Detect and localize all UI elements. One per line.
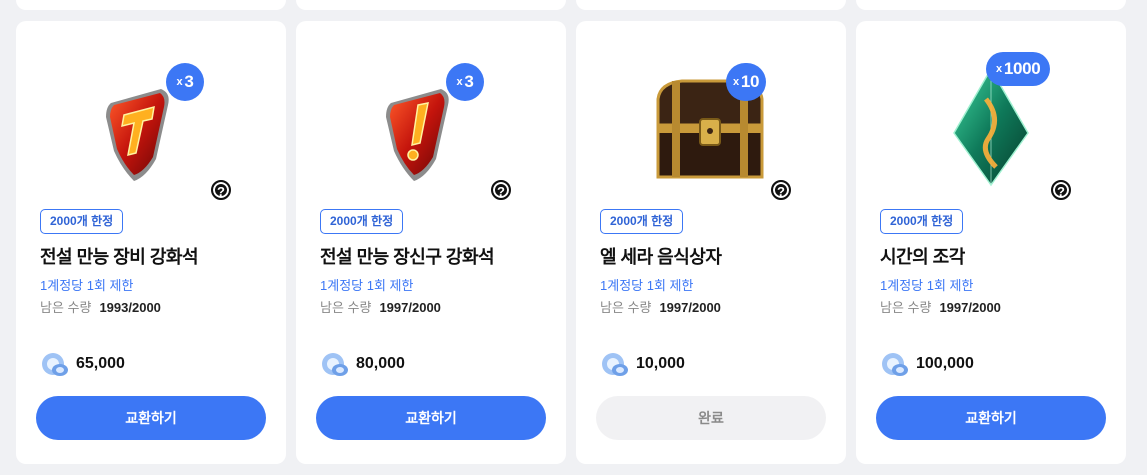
quantity-badge: x 10 — [726, 63, 767, 101]
limit-tag: 2000개 한정 — [40, 209, 124, 234]
remaining-label: 남은 수량 — [40, 300, 92, 315]
quantity-badge: x3 — [166, 63, 204, 101]
item-name: 전설 만능 장비 강화석 — [40, 247, 199, 267]
quantity-value: 3 — [184, 72, 194, 91]
quantity-prefix: x — [996, 63, 1002, 75]
exchange-card: x 1000 ? 2000개 한정 시간의 조각 1계정당 1회 제한 남은 수량… — [856, 21, 1126, 464]
remaining-quantity: 남은 수량 1993/2000 — [40, 297, 161, 316]
account-limit-text: 1계정당 1회 제한 — [320, 278, 414, 293]
exchange-card: x3 ? 2000개 한정 전설 만능 장신구 강화석 1계정당 1회 제한 남… — [296, 21, 566, 464]
previous-row-card-edges — [0, 0, 1147, 10]
remaining-quantity: 남은 수량 1997/2000 — [880, 297, 1001, 316]
quantity-prefix: x — [176, 76, 183, 88]
exchange-card: x 10 ? 2000개 한정 엘 세라 음식상자 1계정당 1회 제한 남은 수… — [576, 21, 846, 464]
currency-coin-icon — [882, 353, 908, 376]
quantity-value: 3 — [464, 72, 474, 91]
price-value: 80,000 — [356, 355, 405, 372]
price: 80,000 — [320, 350, 405, 378]
quantity-prefix: x — [456, 76, 463, 88]
account-limit-text: 1계정당 1회 제한 — [40, 278, 134, 293]
account-limit-text: 1계정당 1회 제한 — [880, 278, 974, 293]
remaining-quantity: 남은 수량 1997/2000 — [320, 297, 441, 316]
previous-card-edge — [16, 0, 286, 10]
completed-button[interactable]: 완료 — [596, 396, 826, 440]
price-value: 100,000 — [916, 355, 974, 372]
quantity-value: 1000 — [1003, 59, 1041, 78]
price: 10,000 — [600, 350, 685, 378]
previous-card-edge — [856, 0, 1126, 10]
limit-tag: 2000개 한정 — [320, 209, 404, 234]
limit-tag: 2000개 한정 — [880, 209, 964, 234]
quantity-badge: x3 — [446, 63, 484, 101]
remaining-label: 남은 수량 — [600, 300, 652, 315]
remaining-value: 1997/2000 — [939, 300, 1001, 315]
account-limit-text: 1계정당 1회 제한 — [600, 278, 694, 293]
remaining-value: 1997/2000 — [379, 300, 441, 315]
exchange-item-grid: x3 ? 2000개 한정 전설 만능 장비 강화석 1계정당 1회 제한 남은… — [0, 21, 1147, 464]
remaining-value: 1997/2000 — [659, 300, 721, 315]
exchange-button[interactable]: 교환하기 — [876, 396, 1106, 440]
limit-tag: 2000개 한정 — [600, 209, 684, 234]
item-name: 전설 만능 장신구 강화석 — [320, 247, 495, 267]
previous-card-edge — [576, 0, 846, 10]
help-icon[interactable]: ? — [491, 180, 511, 200]
item-name: 시간의 조각 — [880, 247, 965, 267]
previous-card-edge — [296, 0, 566, 10]
help-icon[interactable]: ? — [1051, 180, 1071, 200]
remaining-label: 남은 수량 — [320, 300, 372, 315]
remaining-quantity: 남은 수량 1997/2000 — [600, 297, 721, 316]
quantity-prefix: x — [733, 76, 739, 88]
remaining-value: 1993/2000 — [99, 300, 161, 315]
quantity-badge: x 1000 — [986, 52, 1051, 86]
item-name: 엘 세라 음식상자 — [600, 247, 722, 267]
price-value: 10,000 — [636, 355, 685, 372]
currency-coin-icon — [322, 353, 348, 376]
exchange-button[interactable]: 교환하기 — [36, 396, 266, 440]
exchange-card: x3 ? 2000개 한정 전설 만능 장비 강화석 1계정당 1회 제한 남은… — [16, 21, 286, 464]
currency-coin-icon — [42, 353, 68, 376]
price-value: 65,000 — [76, 355, 125, 372]
price: 65,000 — [40, 350, 125, 378]
price: 100,000 — [880, 350, 974, 378]
currency-coin-icon — [602, 353, 628, 376]
help-icon[interactable]: ? — [771, 180, 791, 200]
exchange-button[interactable]: 교환하기 — [316, 396, 546, 440]
help-icon[interactable]: ? — [211, 180, 231, 200]
remaining-label: 남은 수량 — [880, 300, 932, 315]
quantity-value: 10 — [740, 72, 760, 91]
